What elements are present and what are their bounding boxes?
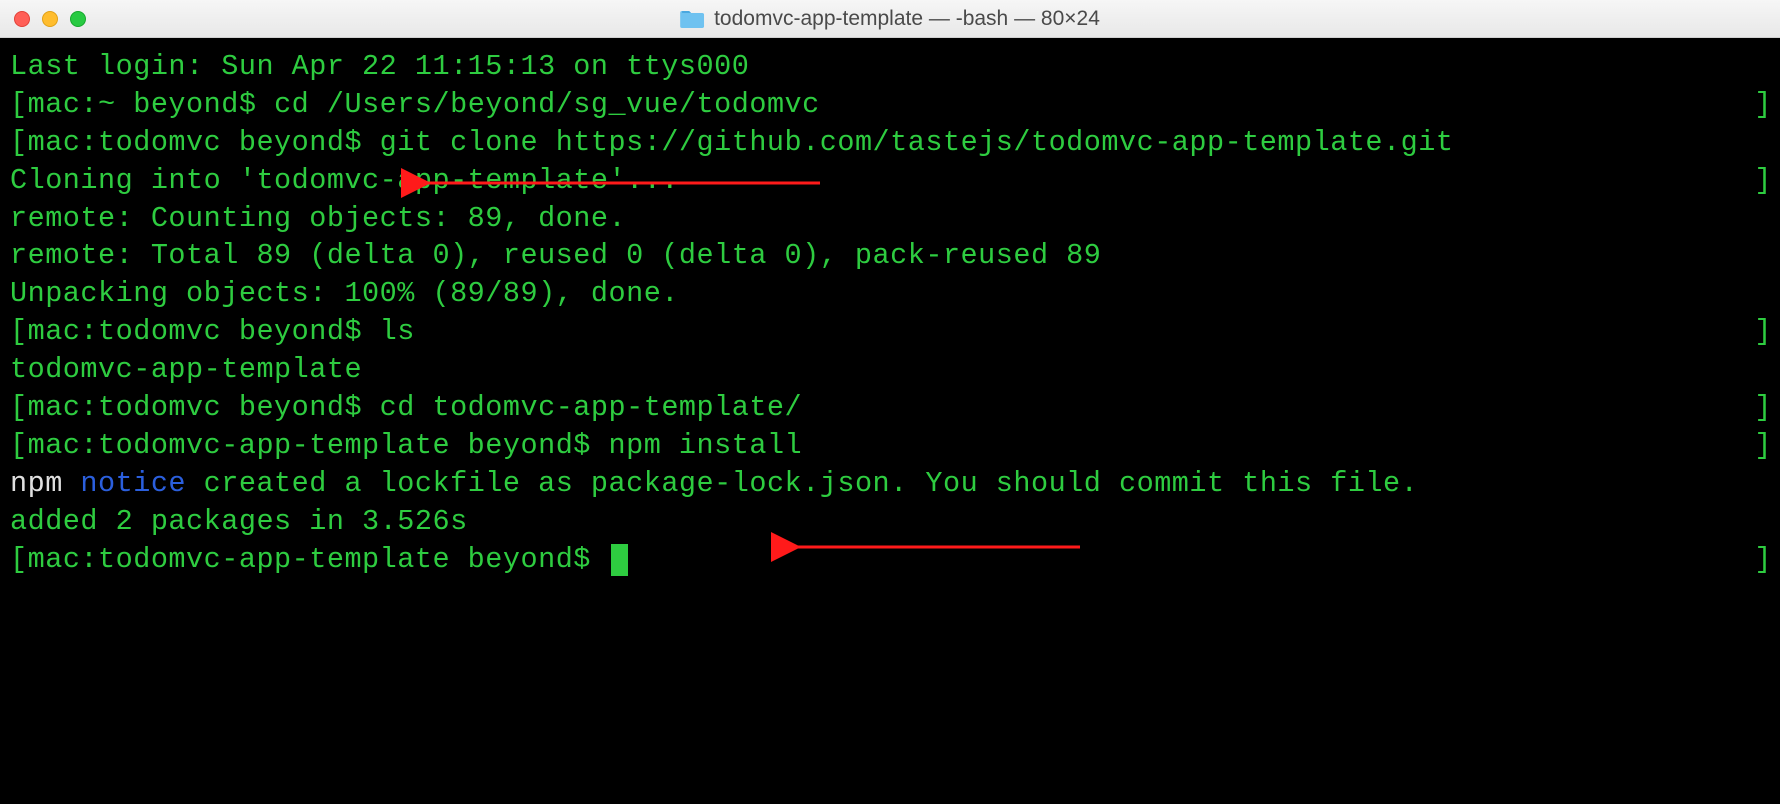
traffic-lights (14, 11, 86, 27)
minimize-button[interactable] (42, 11, 58, 27)
terminal-line: remote: Total 89 (delta 0), reused 0 (de… (10, 237, 1776, 275)
terminal-line: [mac:todomvc beyond$ cd todomvc-app-temp… (10, 389, 1776, 427)
terminal-line: Unpacking objects: 100% (89/89), done. (10, 275, 1776, 313)
terminal-line: [mac:~ beyond$ cd /Users/beyond/sg_vue/t… (10, 86, 1776, 124)
close-button[interactable] (14, 11, 30, 27)
window-title-text: todomvc-app-template — -bash — 80×24 (714, 7, 1100, 31)
terminal-line: Last login: Sun Apr 22 11:15:13 on ttys0… (10, 48, 1776, 86)
terminal-line: todomvc-app-template (10, 351, 1776, 389)
cursor (611, 544, 628, 576)
npm-notice-label: notice (63, 467, 186, 500)
terminal-line: added 2 packages in 3.526s (10, 503, 1776, 541)
terminal-line: npm notice created a lockfile as package… (10, 465, 1776, 503)
terminal-line: [mac:todomvc beyond$ git clone https://g… (10, 124, 1776, 162)
terminal-line: [mac:todomvc-app-template beyond$ ] (10, 541, 1776, 579)
terminal-line: Cloning into 'todomvc-app-template'... (10, 162, 1776, 200)
window-title: todomvc-app-template — -bash — 80×24 (680, 7, 1100, 31)
window-titlebar[interactable]: todomvc-app-template — -bash — 80×24 (0, 0, 1780, 38)
maximize-button[interactable] (70, 11, 86, 27)
terminal-line: remote: Counting objects: 89, done. (10, 200, 1776, 238)
terminal-body[interactable]: Last login: Sun Apr 22 11:15:13 on ttys0… (0, 38, 1780, 804)
folder-icon (680, 9, 704, 29)
terminal-line: [mac:todomvc beyond$ ls] (10, 313, 1776, 351)
terminal-window: todomvc-app-template — -bash — 80×24 Las… (0, 0, 1780, 804)
npm-label: npm (10, 467, 63, 500)
terminal-line: [mac:todomvc-app-template beyond$ npm in… (10, 427, 1776, 465)
